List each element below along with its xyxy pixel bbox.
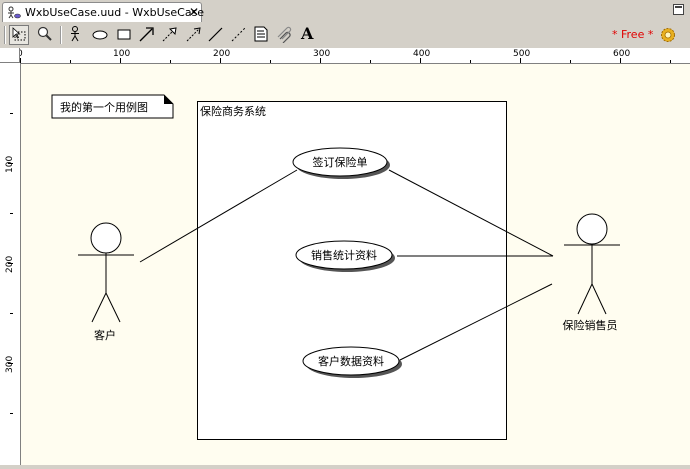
line-tool-icon[interactable] — [206, 25, 226, 45]
close-tab-icon[interactable]: ✕ — [189, 5, 201, 19]
system-boundary-tool-icon[interactable] — [114, 25, 134, 45]
select-tool-icon[interactable] — [9, 25, 29, 45]
text-tool-glyph: A — [301, 24, 314, 43]
ruler-label: 500 — [513, 49, 531, 59]
diagram-toolbar: A — [0, 22, 690, 49]
editor-tab[interactable]: WxbUseCase.uud - WxbUseCase ✕ — [2, 2, 205, 22]
use-case-label: 销售统计资料 — [311, 248, 377, 262]
note-tool-icon[interactable] — [252, 25, 272, 45]
ruler-label: 600 — [613, 49, 631, 59]
ruler-label: 400 — [413, 49, 431, 59]
toolbar-separator — [4, 26, 6, 44]
ruler-label: 200 — [213, 49, 231, 59]
system-boundary-label: 保险商务系统 — [200, 104, 266, 118]
bottom-edge — [0, 465, 690, 469]
actor-tool-icon[interactable] — [66, 25, 86, 45]
ruler-corner — [0, 48, 20, 63]
actor-insurance-salesperson[interactable]: 保险销售员 — [563, 213, 621, 332]
toolbar-separator — [60, 26, 62, 44]
gear-icon[interactable] — [660, 27, 676, 43]
ruler-label: 100 — [5, 155, 15, 173]
actor-label: 保险销售员 — [563, 318, 618, 332]
editor-tab-bar: WxbUseCase.uud - WxbUseCase ✕ — [0, 0, 690, 23]
use-case-tool-icon[interactable] — [90, 25, 110, 45]
note-text: 我的第一个用例图 — [60, 100, 148, 114]
diagram-note[interactable]: 我的第一个用例图 — [51, 94, 174, 119]
text-tool-icon[interactable]: A — [299, 24, 319, 45]
diagram-canvas[interactable]: 我的第一个用例图 保险商务系统 签订保险单 销售统计资料 客户数据资料 客户 保… — [21, 64, 690, 465]
generalization-tool-icon[interactable] — [160, 25, 180, 45]
include-tool-icon[interactable] — [184, 25, 204, 45]
use-case-diagram-icon — [8, 6, 21, 19]
dependency-tool-icon[interactable] — [229, 25, 249, 45]
actor-label: 客户 — [94, 328, 116, 342]
zoom-icon[interactable] — [36, 25, 56, 45]
actor-customer[interactable]: 客户 — [78, 222, 134, 342]
license-label: * Free * — [612, 28, 654, 41]
horizontal-ruler: 0 100 200 300 400 500 600 — [20, 48, 690, 64]
ruler-label: 0 — [20, 49, 23, 59]
editor-tab-title: WxbUseCase.uud - WxbUseCase — [25, 6, 205, 19]
association-tool-icon[interactable] — [137, 25, 157, 45]
ruler-label: 100 — [113, 49, 131, 59]
maximize-icon[interactable] — [673, 4, 684, 15]
note-link-tool-icon[interactable] — [276, 25, 296, 45]
use-case-label: 客户数据资料 — [318, 354, 384, 368]
ruler-label: 300 — [313, 49, 331, 59]
vertical-ruler: 100 200 300 — [0, 63, 21, 465]
ruler-label: 200 — [5, 255, 15, 273]
ruler-label: 300 — [5, 355, 15, 373]
use-case-diagram: 我的第一个用例图 保险商务系统 签订保险单 销售统计资料 客户数据资料 客户 保… — [51, 94, 621, 440]
use-case-label: 签订保险单 — [313, 155, 368, 169]
